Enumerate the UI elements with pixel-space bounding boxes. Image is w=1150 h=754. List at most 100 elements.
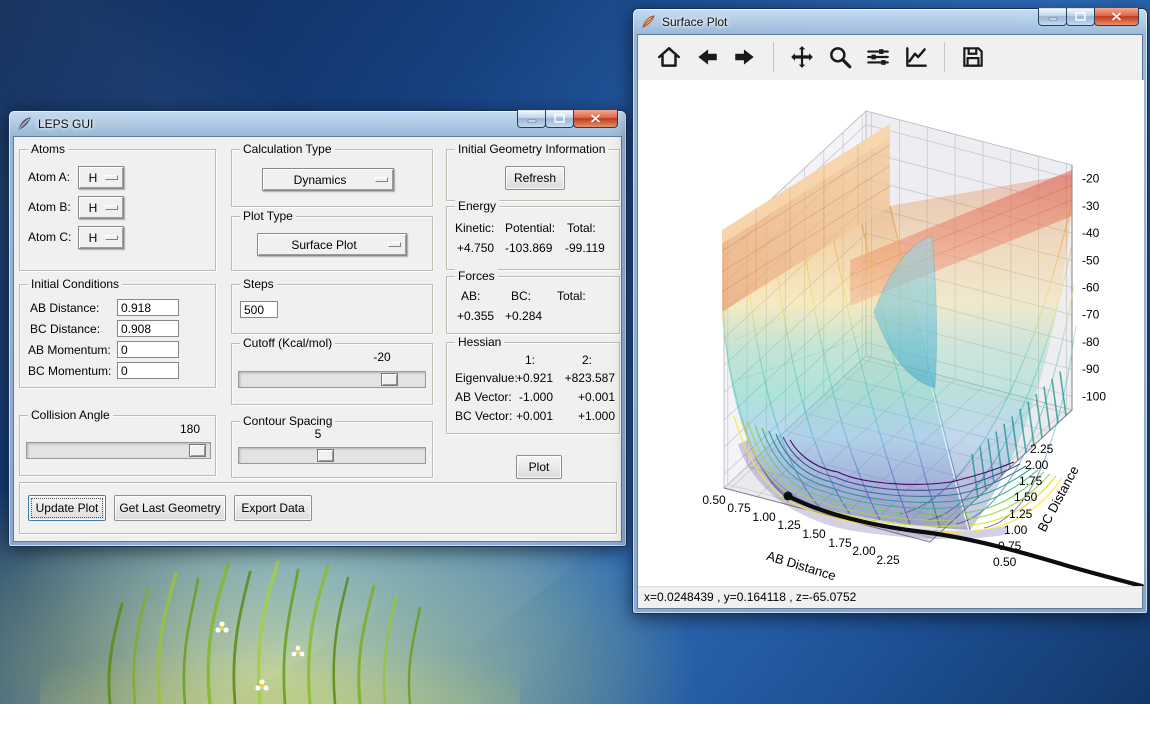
ab-vector-2: +0.001	[559, 390, 615, 404]
forward-button[interactable]	[726, 38, 764, 76]
zoom-button[interactable]	[821, 38, 859, 76]
contour-spacing-slider[interactable]	[238, 447, 426, 464]
svg-text:1.25: 1.25	[1009, 507, 1033, 521]
ab-force-value: +0.355	[457, 309, 494, 323]
slider-handle[interactable]	[381, 373, 398, 386]
leps-title-bar[interactable]: LEPS GUI	[13, 111, 622, 136]
bc-distance-input[interactable]	[117, 320, 179, 337]
svg-text:-30: -30	[1082, 198, 1100, 212]
leps-content: Atoms Atom A: H Atom B: H Atom C: H Init…	[13, 136, 622, 542]
close-button[interactable]	[1094, 8, 1139, 26]
hessian-col2-header: 2:	[559, 353, 615, 367]
svg-text:2.25: 2.25	[1030, 442, 1054, 456]
save-floppy-icon	[960, 44, 986, 70]
plot-button[interactable]: Plot	[516, 455, 562, 479]
initial-conditions-group: Initial Conditions AB Distance: BC Dista…	[19, 284, 216, 388]
svg-text:-100: -100	[1082, 389, 1106, 403]
group-label: Plot Type	[240, 209, 296, 224]
export-data-button[interactable]: Export Data	[234, 495, 312, 521]
bc-momentum-label: BC Momentum:	[28, 364, 111, 378]
home-button[interactable]	[650, 38, 688, 76]
surface-content: 0.50 0.75 1.00 1.25 1.50 1.75 2.00 2.25 …	[637, 34, 1143, 609]
svg-text:0.75: 0.75	[998, 539, 1022, 553]
atom-c-menu[interactable]: H	[78, 226, 124, 249]
atom-b-label: Atom B:	[28, 200, 71, 214]
svg-text:2.00: 2.00	[852, 544, 876, 558]
ab-momentum-label: AB Momentum:	[28, 343, 111, 357]
surface-title-bar[interactable]: Surface Plot	[637, 9, 1143, 34]
maximize-button[interactable]	[1066, 8, 1095, 26]
ab-vector-1: -1.000	[507, 390, 553, 404]
configure-subplots-button[interactable]	[859, 38, 897, 76]
initial-geometry-group: Initial Geometry Information Refresh	[446, 149, 620, 201]
menu-indicator-icon	[105, 235, 118, 240]
energy-group: Energy Kinetic: Potential: Total: +4.750…	[446, 206, 620, 270]
bc-momentum-input[interactable]	[117, 362, 179, 379]
to olbar-separator	[944, 42, 945, 72]
bc-vector-label: BC Vector:	[455, 409, 512, 423]
svg-text:-50: -50	[1082, 253, 1100, 267]
atom-a-label: Atom A:	[28, 170, 70, 184]
group-label: Hessian	[455, 335, 504, 350]
collision-angle-slider[interactable]	[26, 442, 211, 459]
sliders-icon	[865, 44, 891, 70]
bc-force-header: BC:	[511, 289, 531, 303]
bc-force-value: +0.284	[505, 309, 542, 323]
cursor-coordinates: x=0.0248439 , y=0.164118 , z=-65.0752	[644, 590, 856, 604]
ab-momentum-input[interactable]	[117, 341, 179, 358]
kinetic-value: +4.750	[457, 241, 494, 255]
ab-distance-input[interactable]	[117, 299, 179, 316]
svg-text:-60: -60	[1082, 280, 1100, 294]
total-header: Total:	[567, 221, 596, 235]
menu-indicator-icon	[105, 175, 118, 180]
cutoff-slider[interactable]	[238, 371, 426, 388]
svg-text:0.50: 0.50	[702, 493, 726, 507]
group-label: Cutoff (Kcal/mol)	[240, 336, 335, 351]
svg-text:1.50: 1.50	[802, 527, 826, 541]
back-button[interactable]	[688, 38, 726, 76]
refresh-button[interactable]: Refresh	[505, 166, 565, 190]
slider-handle[interactable]	[317, 449, 334, 462]
pan-button[interactable]	[783, 38, 821, 76]
home-icon	[656, 44, 682, 70]
svg-text:-70: -70	[1082, 307, 1100, 321]
svg-text:2.00: 2.00	[1025, 458, 1049, 472]
eigenvalue-1: +0.921	[507, 371, 553, 385]
bc-vector-1: +0.001	[507, 409, 553, 423]
close-button[interactable]	[573, 110, 618, 128]
minimize-button[interactable]	[517, 110, 546, 128]
status-bar: x=0.0248439 , y=0.164118 , z=-65.0752	[638, 586, 1142, 608]
total-force-header: Total:	[557, 289, 586, 303]
get-last-geometry-button[interactable]: Get Last Geometry	[114, 495, 226, 521]
atom-b-menu[interactable]: H	[78, 196, 124, 219]
eigenvalue-2: +823.587	[559, 371, 615, 385]
minimize-button[interactable]	[1038, 8, 1067, 26]
svg-text:2.25: 2.25	[876, 553, 900, 567]
calculation-type-menu[interactable]: Dynamics	[262, 168, 394, 191]
group-label: Atoms	[28, 142, 68, 157]
update-plot-button[interactable]: Update Plot	[28, 495, 106, 521]
slider-handle[interactable]	[189, 444, 206, 457]
cutoff-group: Cutoff (Kcal/mol) -20	[231, 343, 433, 405]
x-axis-label: AB Distance	[765, 548, 838, 583]
kinetic-header: Kinetic:	[455, 221, 494, 235]
svg-text:-90: -90	[1082, 362, 1100, 376]
save-button[interactable]	[954, 38, 992, 76]
edit-axes-button[interactable]	[897, 38, 935, 76]
atom-a-menu[interactable]: H	[78, 166, 124, 189]
app-icon	[17, 116, 32, 131]
plot-canvas[interactable]: 0.50 0.75 1.00 1.25 1.50 1.75 2.00 2.25 …	[638, 80, 1144, 586]
group-label: Energy	[455, 199, 499, 214]
menu-indicator-icon	[375, 177, 388, 182]
steps-input[interactable]	[240, 301, 278, 318]
collision-angle-group: Collision Angle 180	[19, 415, 216, 476]
bottom-button-frame: Update Plot Get Last Geometry Export Dat…	[19, 482, 617, 534]
contour-spacing-value: 5	[296, 427, 340, 441]
contour-spacing-group: Contour Spacing 5	[231, 421, 433, 478]
total-value: -99.119	[565, 241, 605, 255]
maximize-button[interactable]	[545, 110, 574, 128]
plot-type-menu[interactable]: Surface Plot	[257, 233, 407, 256]
plot-toolbar	[638, 35, 1142, 80]
collision-angle-value: 180	[170, 422, 210, 436]
svg-text:0.75: 0.75	[727, 501, 751, 515]
